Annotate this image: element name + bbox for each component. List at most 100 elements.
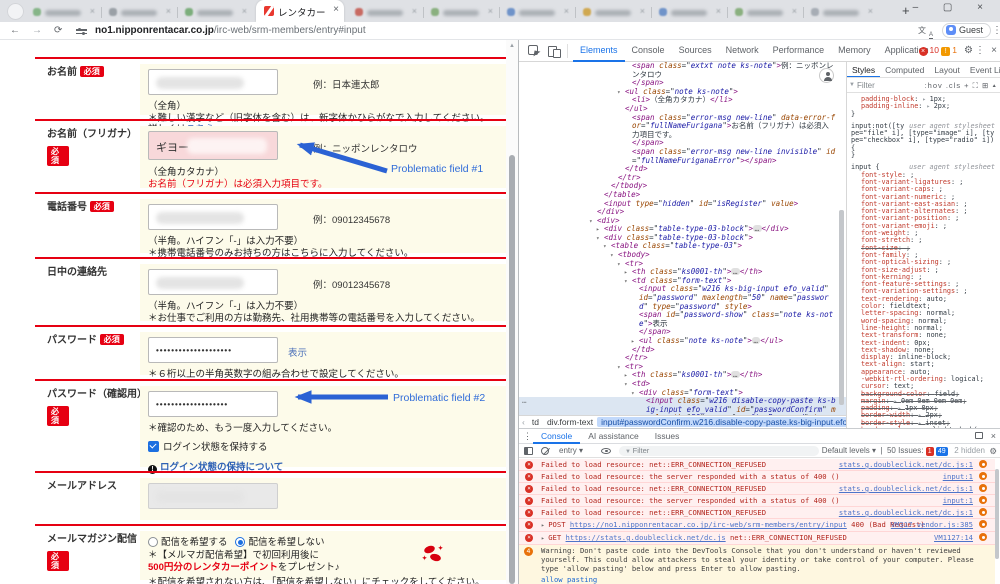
dom-node[interactable]: ▸<ul class="note ks-note">…</ul> [519,337,846,346]
email-input[interactable] [148,483,278,509]
request-url-link[interactable]: https://stats.g.doubleclick.net/dc.js [566,533,726,542]
drawer-tab-ai-assistance[interactable]: AI assistance [580,429,647,444]
no-subscribe-radio[interactable] [235,537,245,547]
profile-button[interactable]: Guest [942,23,991,38]
console-source-link[interactable]: input:1 [943,472,973,481]
styles-tab-styles[interactable]: Styles [847,62,880,78]
dom-node[interactable]: <span class="error-msg new-line" data-er… [519,114,846,140]
blurred-tab[interactable]: × [804,3,878,22]
devtools-settings-icon[interactable]: ⚙ [964,45,973,56]
blurred-tab[interactable]: × [348,3,422,22]
styles-filter-input[interactable]: Filter [857,81,875,90]
name-input[interactable] [148,69,278,95]
breadcrumb-item[interactable]: div.form-text [543,417,597,427]
blurred-tab[interactable]: × [500,3,574,22]
console-source-link[interactable]: VM317 vendor.js:385 [891,520,973,529]
console-warning-badge[interactable]: 1 [941,45,957,56]
devtools-menu-icon[interactable]: ⋮ [975,45,985,56]
phone-input[interactable] [148,204,278,230]
ai-insight-icon[interactable] [979,460,987,468]
new-tab-button[interactable]: + [902,3,910,18]
password-input[interactable]: •••••••••••••••••••• [148,337,278,363]
address-bar[interactable]: no1.nipponrentacar.co.jp/irc-web/srm-mem… [95,25,366,36]
devtools-tab-console[interactable]: Console [625,40,672,62]
dom-node[interactable]: </tbody> [519,182,846,191]
ai-insight-icon[interactable] [979,520,987,528]
drawer-menu-icon[interactable]: ⋮ [523,431,532,442]
blurred-tab[interactable]: × [652,3,726,22]
styles-toolbar-icons[interactable]: :hov .cls + ⛶ ⊞ ▴ [925,81,997,91]
window-controls[interactable]: – ▢ × [913,2,994,13]
console-filter-input[interactable]: ▼ Filter [619,446,819,456]
console-sidebar-icon[interactable] [524,447,533,455]
forward-icon[interactable]: → [32,25,42,36]
console-error-badge[interactable]: 10 [919,45,939,56]
keep-login-checkbox[interactable] [148,441,159,452]
back-icon[interactable]: ← [10,25,20,36]
devtools-close-icon[interactable]: × [991,45,997,56]
dom-node[interactable]: <input class="w216 ks-big-input efo_vali… [519,285,846,311]
ai-insight-icon[interactable] [979,508,987,516]
tab-close-icon[interactable]: × [868,6,873,16]
active-tab[interactable]: レンタカー… × [256,0,344,22]
devtools-tab-performance[interactable]: Performance [766,40,832,62]
dom-node[interactable]: <input type="hidden" id="isRegister" val… [519,200,846,209]
drawer-close-icon[interactable]: × [991,431,996,441]
console-context-selector[interactable]: entry ▾ [559,446,583,455]
ai-insight-icon[interactable] [979,496,987,504]
console-source-link[interactable]: stats.g.doubleclick.net/dc.js:1 [839,484,973,493]
dom-node[interactable]: </td> [519,165,846,174]
translate-icon[interactable]: 文A [918,25,931,37]
blurred-tab[interactable]: × [576,3,650,22]
password-confirm-input[interactable]: ••••••••••••••••••• [148,391,278,417]
accessibility-icon[interactable] [819,68,834,83]
console-scrollbar-thumb[interactable] [995,469,999,559]
styles-tab-layout[interactable]: Layout [929,62,965,78]
tab-close-icon[interactable]: × [640,6,645,16]
tab-close-icon[interactable]: × [792,6,797,16]
blurred-tab[interactable]: × [26,3,100,22]
dom-node[interactable]: </div> [519,208,846,217]
tab-close-icon[interactable]: × [333,4,339,15]
blurred-tab[interactable]: × [102,3,176,22]
drawer-tab-console[interactable]: Console [533,429,580,444]
console-source-link[interactable]: input:1 [943,496,973,505]
blurred-tab[interactable]: × [178,3,252,22]
breadcrumb-item[interactable]: input#passwordConfirm.w216.disable-copy-… [597,417,846,427]
tab-close-icon[interactable]: × [412,6,417,16]
ai-insight-icon[interactable] [979,533,987,541]
tab-close-icon[interactable]: × [716,6,721,16]
dom-node[interactable]: ▾<tbody> [519,251,846,260]
dom-node[interactable]: </tr> [519,354,846,363]
live-expression-icon[interactable] [601,448,611,454]
elements-scrollbar-thumb[interactable] [839,210,844,405]
ai-insight-icon[interactable] [979,472,987,480]
tab-close-icon[interactable]: × [488,6,493,16]
tab-close-icon[interactable]: × [242,6,247,16]
issues-counter[interactable]: 50 Issues: 1 49 [887,446,948,455]
dom-node[interactable]: <span id="password-show" class="note ks-… [519,311,846,328]
page-scrollbar[interactable]: ▲ [506,40,518,584]
devtools-tab-network[interactable]: Network [719,40,766,62]
drawer-tab-issues[interactable]: Issues [647,429,688,444]
site-info-icon[interactable] [76,29,87,36]
console-clear-icon[interactable] [541,447,549,455]
allow-pasting-text[interactable]: allow pasting [541,575,981,584]
default-levels-dropdown[interactable]: Default levels ▾ [822,446,876,455]
blurred-tab[interactable]: × [424,3,498,22]
browser-menu-icon[interactable]: ⋮ [992,25,1000,36]
style-rule-selector[interactable]: user agent stylesheetinput:not([type="fi… [851,123,995,152]
scroll-up-arrow[interactable]: ▲ [509,43,515,49]
styles-tab-computed[interactable]: Computed [880,62,929,78]
expand-icon[interactable]: ▸ [541,535,548,542]
dom-node[interactable]: <li>（全角カタカナ）</li> [519,96,846,105]
console-settings-icon[interactable]: ⚙ [989,446,997,457]
devtools-tab-elements[interactable]: Elements [573,40,625,62]
console-source-link[interactable]: VM1127:14 [934,533,973,542]
daytime-phone-input[interactable] [148,269,278,295]
dock-panel-icon[interactable] [975,432,983,439]
tab-search-circle[interactable] [7,3,24,20]
blurred-tab[interactable]: × [728,3,802,22]
dom-node[interactable]: <span class="error-msg new-line invisibl… [519,148,846,165]
subscribe-radio[interactable] [148,537,158,547]
